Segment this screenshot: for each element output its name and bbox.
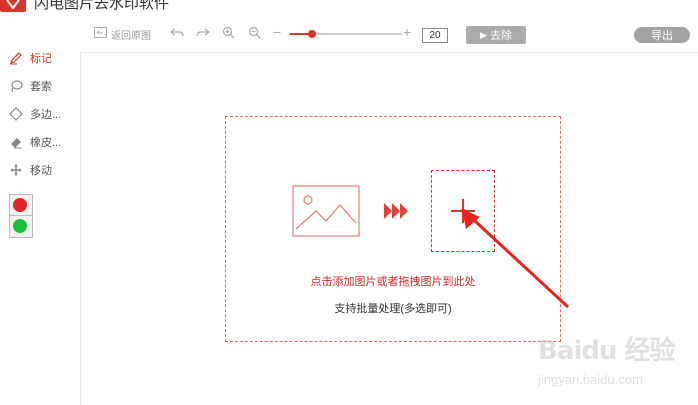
zoom-increase-button[interactable]: + xyxy=(403,24,411,40)
restore-original-button[interactable]: 返回原图 xyxy=(94,26,151,42)
redo-button[interactable] xyxy=(196,26,210,42)
zoom-slider[interactable] xyxy=(290,30,402,38)
plus-icon: + xyxy=(403,24,412,40)
undo-icon xyxy=(170,27,184,42)
title-bar: 闪电图片去水印软件 xyxy=(0,0,698,14)
export-button[interactable]: 导出 xyxy=(634,27,690,43)
zoom-in-icon xyxy=(222,26,235,42)
toolbar: 返回原图 − + 20 ▶ 去除 导出 xyxy=(80,14,698,53)
tool-lasso-label: 套索 xyxy=(30,81,52,93)
tool-eraser[interactable]: 橡皮... xyxy=(8,132,61,152)
undo-button[interactable] xyxy=(170,26,184,42)
zoom-decrease-button[interactable]: − xyxy=(273,24,281,40)
baidu-watermark: Baidu 经验 jingyan.baidu.com xyxy=(530,330,698,405)
app-logo xyxy=(0,0,26,12)
restore-icon xyxy=(94,27,107,41)
tool-move[interactable]: 移动 xyxy=(8,160,52,180)
pen-icon xyxy=(8,50,24,66)
remove-button[interactable]: ▶ 去除 xyxy=(466,26,526,44)
tool-polygon-label: 多边... xyxy=(30,109,62,121)
watermark-brand: Baidu 经验 xyxy=(538,336,675,366)
color-picker xyxy=(9,194,33,238)
tool-lasso[interactable]: 套索 xyxy=(8,76,52,96)
tool-move-label: 移动 xyxy=(30,165,52,177)
restore-original-label: 返回原图 xyxy=(111,30,151,42)
lasso-icon xyxy=(8,78,24,94)
redo-icon xyxy=(196,27,210,42)
tool-eraser-label: 橡皮... xyxy=(30,137,62,149)
tool-mark[interactable]: 标记 xyxy=(8,48,52,68)
tool-polygon[interactable]: 多边... xyxy=(8,104,61,124)
zoom-value-input[interactable]: 20 xyxy=(422,28,448,43)
color-red-swatch[interactable] xyxy=(13,198,27,212)
minus-icon: − xyxy=(273,24,282,40)
color-green-swatch[interactable] xyxy=(13,219,27,233)
watermark-url: jingyan.baidu.com xyxy=(538,372,643,387)
fast-forward-icon xyxy=(384,203,408,224)
image-placeholder-icon xyxy=(292,185,360,242)
zoom-slider-handle[interactable] xyxy=(308,30,317,38)
remove-button-label: 去除 xyxy=(489,30,512,42)
tool-sidebar: 标记 套索 多边... 橡皮... 移动 xyxy=(0,14,81,405)
annotation-arrow-icon xyxy=(440,195,575,318)
eraser-icon xyxy=(8,134,24,150)
zoom-in-button[interactable] xyxy=(222,26,235,42)
swatch-divider xyxy=(10,215,32,216)
move-icon xyxy=(8,162,24,178)
play-icon: ▶ xyxy=(480,29,487,40)
app-title: 闪电图片去水印软件 xyxy=(34,0,170,12)
zoom-out-button[interactable] xyxy=(248,26,261,42)
polygon-icon xyxy=(8,106,24,122)
zoom-out-icon xyxy=(248,26,261,42)
tool-mark-label: 标记 xyxy=(30,53,52,65)
